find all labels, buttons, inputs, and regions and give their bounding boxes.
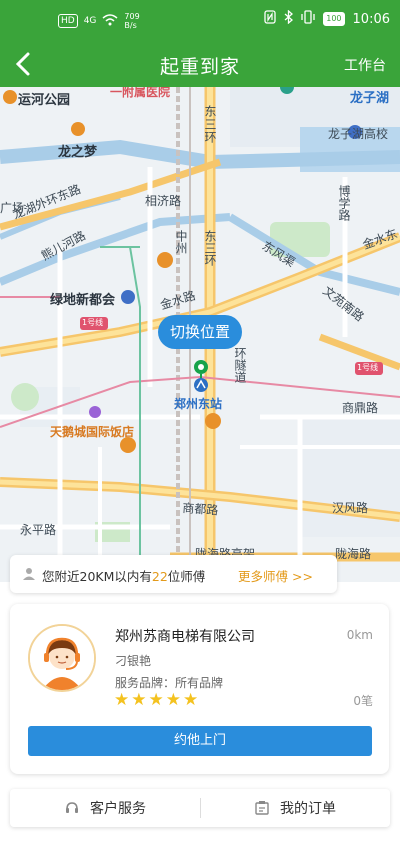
service-brand: 服务品牌：所有品牌 xyxy=(115,676,224,690)
rating-stars: ★ ★ ★ ★ ★ xyxy=(114,690,198,710)
map-label: 天鹅城国际饭店 xyxy=(50,425,135,439)
order-count: 0笔 xyxy=(353,694,373,708)
switch-location-button[interactable]: 切换位置 xyxy=(158,315,242,349)
map-label: 东三环 xyxy=(203,230,217,266)
map-label: 运河公园 xyxy=(18,93,71,108)
workbench-button[interactable]: 工作台 xyxy=(344,55,386,75)
person-icon xyxy=(23,568,35,580)
metro-badge: 1号线 xyxy=(357,363,379,372)
nearby-summary: 您附近20KM以内有22位师傅 xyxy=(42,569,206,584)
map-label: 中州 xyxy=(174,230,188,254)
map-view[interactable]: 运河公园 一附属医院 龙子湖 龙之梦 龙子湖高校 东三环 广场 龙湖外环东路 相… xyxy=(0,87,400,582)
headset-icon xyxy=(66,802,78,813)
avatar xyxy=(28,624,96,692)
customer-service-avatar-icon xyxy=(30,626,94,690)
hd-indicator: HD xyxy=(58,14,78,28)
map-label: 商都路 xyxy=(181,500,219,518)
map-label: 商鼎路 xyxy=(342,401,379,415)
signal-indicator: 4G xyxy=(83,16,97,26)
star-icon: ★ xyxy=(148,690,164,710)
my-orders-label: 我的订单 xyxy=(280,801,336,817)
star-icon: ★ xyxy=(165,690,181,710)
bluetooth-icon xyxy=(284,9,294,28)
net-speed: 709 B/s xyxy=(124,12,140,30)
master-card: 郑州苏商电梯有限公司 0km 刁银艳 服务品牌：所有品牌 ★ ★ ★ ★ ★ 0… xyxy=(10,604,389,774)
nearby-count: 22 xyxy=(151,569,168,584)
map-label: 陇海路 xyxy=(335,547,372,561)
star-icon: ★ xyxy=(183,690,199,710)
map-label: 龙子湖 xyxy=(350,91,390,106)
company-name: 郑州苏商电梯有限公司 xyxy=(115,629,255,645)
more-masters-link[interactable]: 更多师傅 >> xyxy=(238,566,313,585)
metro-badge: 1号线 xyxy=(82,318,104,327)
map-label: 汉风路 xyxy=(332,501,369,515)
star-icon: ★ xyxy=(131,690,147,710)
customer-service-label: 客户服务 xyxy=(90,801,146,817)
wifi-icon xyxy=(102,13,118,29)
page-title: 起重到家 xyxy=(159,56,240,78)
battery-indicator: 100 xyxy=(323,12,345,26)
my-orders-button[interactable]: 我的订单 xyxy=(200,789,390,827)
vibrate-icon xyxy=(301,10,315,28)
orders-icon xyxy=(255,801,269,815)
status-bar: HD 4G 709 B/s 100 10:06 xyxy=(0,0,400,42)
star-icon: ★ xyxy=(114,690,130,710)
map-label: 东三环 xyxy=(203,105,217,144)
nearby-masters-bar: 您附近20KM以内有22位师傅 更多师傅 >> xyxy=(10,555,337,593)
customer-service-button[interactable]: 客户服务 xyxy=(10,789,200,827)
map-label: 龙之梦 xyxy=(58,145,98,160)
book-visit-button[interactable]: 约他上门 xyxy=(28,726,372,756)
nfc-icon xyxy=(264,10,276,28)
bottom-bar: 客户服务 我的订单 xyxy=(10,789,390,827)
map-label: 郑州东站 xyxy=(174,397,223,411)
map-label: 博学路 xyxy=(337,185,351,221)
map-label: 绿地新都会 xyxy=(50,293,116,308)
map-label: 相济路 xyxy=(145,194,182,208)
master-name: 刁银艳 xyxy=(115,654,152,668)
clock: 10:06 xyxy=(352,11,390,27)
map-label: 永平路 xyxy=(20,523,57,537)
map-label: 一附属医院 xyxy=(110,87,171,99)
nav-bar: 起重到家 工作台 xyxy=(0,42,400,87)
map-label: 环隧道 xyxy=(233,347,247,383)
distance: 0km xyxy=(346,628,373,642)
map-label: 龙子湖高校 xyxy=(328,127,389,141)
